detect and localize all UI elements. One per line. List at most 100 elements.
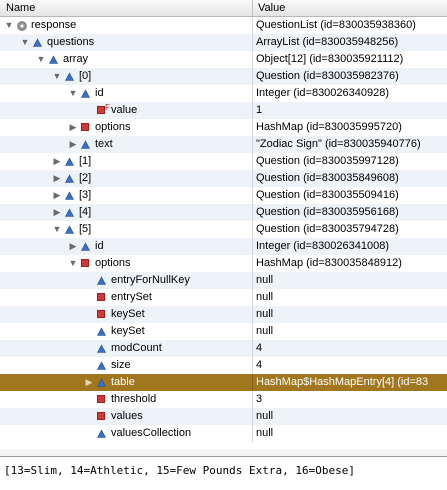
variable-name: array [63, 53, 89, 65]
triangle-icon [81, 238, 91, 255]
tree-row[interactable]: ▶ [3] Question (id=830035509416) [0, 187, 447, 204]
triangle-icon [97, 357, 107, 374]
triangle-icon [97, 272, 107, 289]
variable-name: [0] [79, 70, 92, 82]
column-divider-line [252, 34, 253, 51]
column-header: Name Value [0, 0, 447, 17]
column-divider-line [252, 102, 253, 119]
variable-value: ArrayList (id=830035948256) [256, 36, 399, 48]
collapse-disclosure-icon[interactable]: ▼ [52, 68, 62, 85]
collapse-disclosure-icon[interactable]: ▼ [20, 34, 30, 51]
tree-row[interactable]: ▼ [0] Question (id=830035982376) [0, 68, 447, 85]
tree-row[interactable]: ▶ [4] Question (id=830035956168) [0, 204, 447, 221]
column-divider-line [252, 153, 253, 170]
variable-value: HashMap$HashMapEntry[4] (id=83 [256, 376, 429, 388]
column-divider-line [252, 408, 253, 425]
column-divider-line [252, 17, 253, 34]
variable-value: null [256, 291, 274, 303]
variable-value: 1 [256, 104, 263, 116]
detail-pane[interactable]: [13=Slim, 14=Athletic, 15=Few Pounds Ext… [0, 457, 447, 490]
column-divider-line [252, 255, 253, 272]
tree-row[interactable]: ▶ id Integer (id=830026341008) [0, 238, 447, 255]
column-divider-line [252, 374, 253, 391]
expand-disclosure-icon[interactable]: ▶ [68, 238, 78, 255]
column-divider-line [252, 306, 253, 323]
tree-row[interactable]: size 4 [0, 357, 447, 374]
variable-value: Question (id=830035509416) [256, 189, 399, 201]
variable-value: Question (id=830035956168) [256, 206, 399, 218]
collapse-disclosure-icon[interactable]: ▼ [4, 17, 14, 34]
triangle-icon [65, 221, 75, 238]
tree-row[interactable]: ▶ options HashMap (id=830035995720) [0, 119, 447, 136]
tree-row[interactable]: ▶ [1] Question (id=830035997128) [0, 153, 447, 170]
tree-row[interactable]: ▼ array Object[12] (id=830035921112) [0, 51, 447, 68]
variable-name: [4] [79, 206, 92, 218]
tree-row[interactable]: ▶ text "Zodiac Sign" (id=830035940776) [0, 136, 447, 153]
tree-row[interactable]: valuesCollection null [0, 425, 447, 442]
expand-disclosure-icon[interactable]: ▶ [52, 187, 62, 204]
variable-name: values [111, 410, 143, 422]
square-icon [97, 391, 107, 408]
horizontal-scroll-area[interactable] [0, 449, 447, 456]
name-column-header[interactable]: Name [6, 0, 35, 16]
triangle-icon [65, 204, 75, 221]
collapse-disclosure-icon[interactable]: ▼ [36, 51, 46, 68]
variable-value: Integer (id=830026340928) [256, 87, 390, 99]
column-divider-line [252, 391, 253, 408]
tree-row[interactable]: ▼ id Integer (id=830026340928) [0, 85, 447, 102]
variable-name: keySet [111, 325, 145, 337]
column-divider-line [252, 340, 253, 357]
expand-disclosure-icon[interactable]: ▶ [68, 136, 78, 153]
variable-value: null [256, 410, 274, 422]
variable-name: entryForNullKey [111, 274, 190, 286]
variable-name: options [95, 257, 131, 269]
variable-name: table [111, 376, 135, 388]
square-icon [97, 289, 107, 306]
variable-value: HashMap (id=830035848912) [256, 257, 402, 269]
tree-row[interactable]: ▼ response QuestionList (id=830035938360) [0, 17, 447, 34]
collapse-disclosure-icon[interactable]: ▼ [68, 85, 78, 102]
tree-row[interactable]: ▶ table HashMap$HashMapEntry[4] (id=83 [0, 374, 447, 391]
triangle-icon [81, 85, 91, 102]
expand-disclosure-icon[interactable]: ▶ [52, 170, 62, 187]
variable-name: text [95, 138, 113, 150]
tree-row[interactable]: keySet null [0, 323, 447, 340]
triangle-icon [49, 51, 59, 68]
variable-value: Object[12] (id=830035921112) [256, 53, 404, 65]
tree-row[interactable]: ▼ questions ArrayList (id=830035948256) [0, 34, 447, 51]
column-divider-line [252, 238, 253, 255]
variable-name: entrySet [111, 291, 152, 303]
variable-value: QuestionList (id=830035938360) [256, 19, 416, 31]
variable-name: options [95, 121, 131, 133]
tree-row[interactable]: entrySet null [0, 289, 447, 306]
tree-row[interactable]: ▼ [5] Question (id=830035794728) [0, 221, 447, 238]
tree-row[interactable]: values null [0, 408, 447, 425]
tree-row[interactable]: threshold 3 [0, 391, 447, 408]
tree-row[interactable]: keySet null [0, 306, 447, 323]
tree-row[interactable]: ▼ options HashMap (id=830035848912) [0, 255, 447, 272]
expand-disclosure-icon[interactable]: ▶ [52, 153, 62, 170]
triangle-icon [65, 170, 75, 187]
column-divider-line [252, 323, 253, 340]
tree-row[interactable]: modCount 4 [0, 340, 447, 357]
column-divider-line [252, 187, 253, 204]
triangle-icon [97, 340, 107, 357]
variable-value: null [256, 325, 274, 337]
expand-disclosure-icon[interactable]: ▶ [84, 374, 94, 391]
square-icon [81, 255, 91, 272]
tree-row[interactable]: entryForNullKey null [0, 272, 447, 289]
tree-row[interactable]: Fvalue 1 [0, 102, 447, 119]
column-divider[interactable] [252, 0, 253, 16]
collapse-disclosure-icon[interactable]: ▼ [68, 255, 78, 272]
variable-name: [5] [79, 223, 92, 235]
expand-disclosure-icon[interactable]: ▶ [68, 119, 78, 136]
expand-disclosure-icon[interactable]: ▶ [52, 204, 62, 221]
value-column-header[interactable]: Value [258, 0, 447, 17]
variable-value: 3 [256, 393, 263, 405]
column-divider-line [252, 221, 253, 238]
column-divider-line [252, 119, 253, 136]
collapse-disclosure-icon[interactable]: ▼ [52, 221, 62, 238]
variable-value: null [256, 308, 274, 320]
tree-row[interactable]: ▶ [2] Question (id=830035849608) [0, 170, 447, 187]
detail-text: [13=Slim, 14=Athletic, 15=Few Pounds Ext… [4, 464, 355, 477]
